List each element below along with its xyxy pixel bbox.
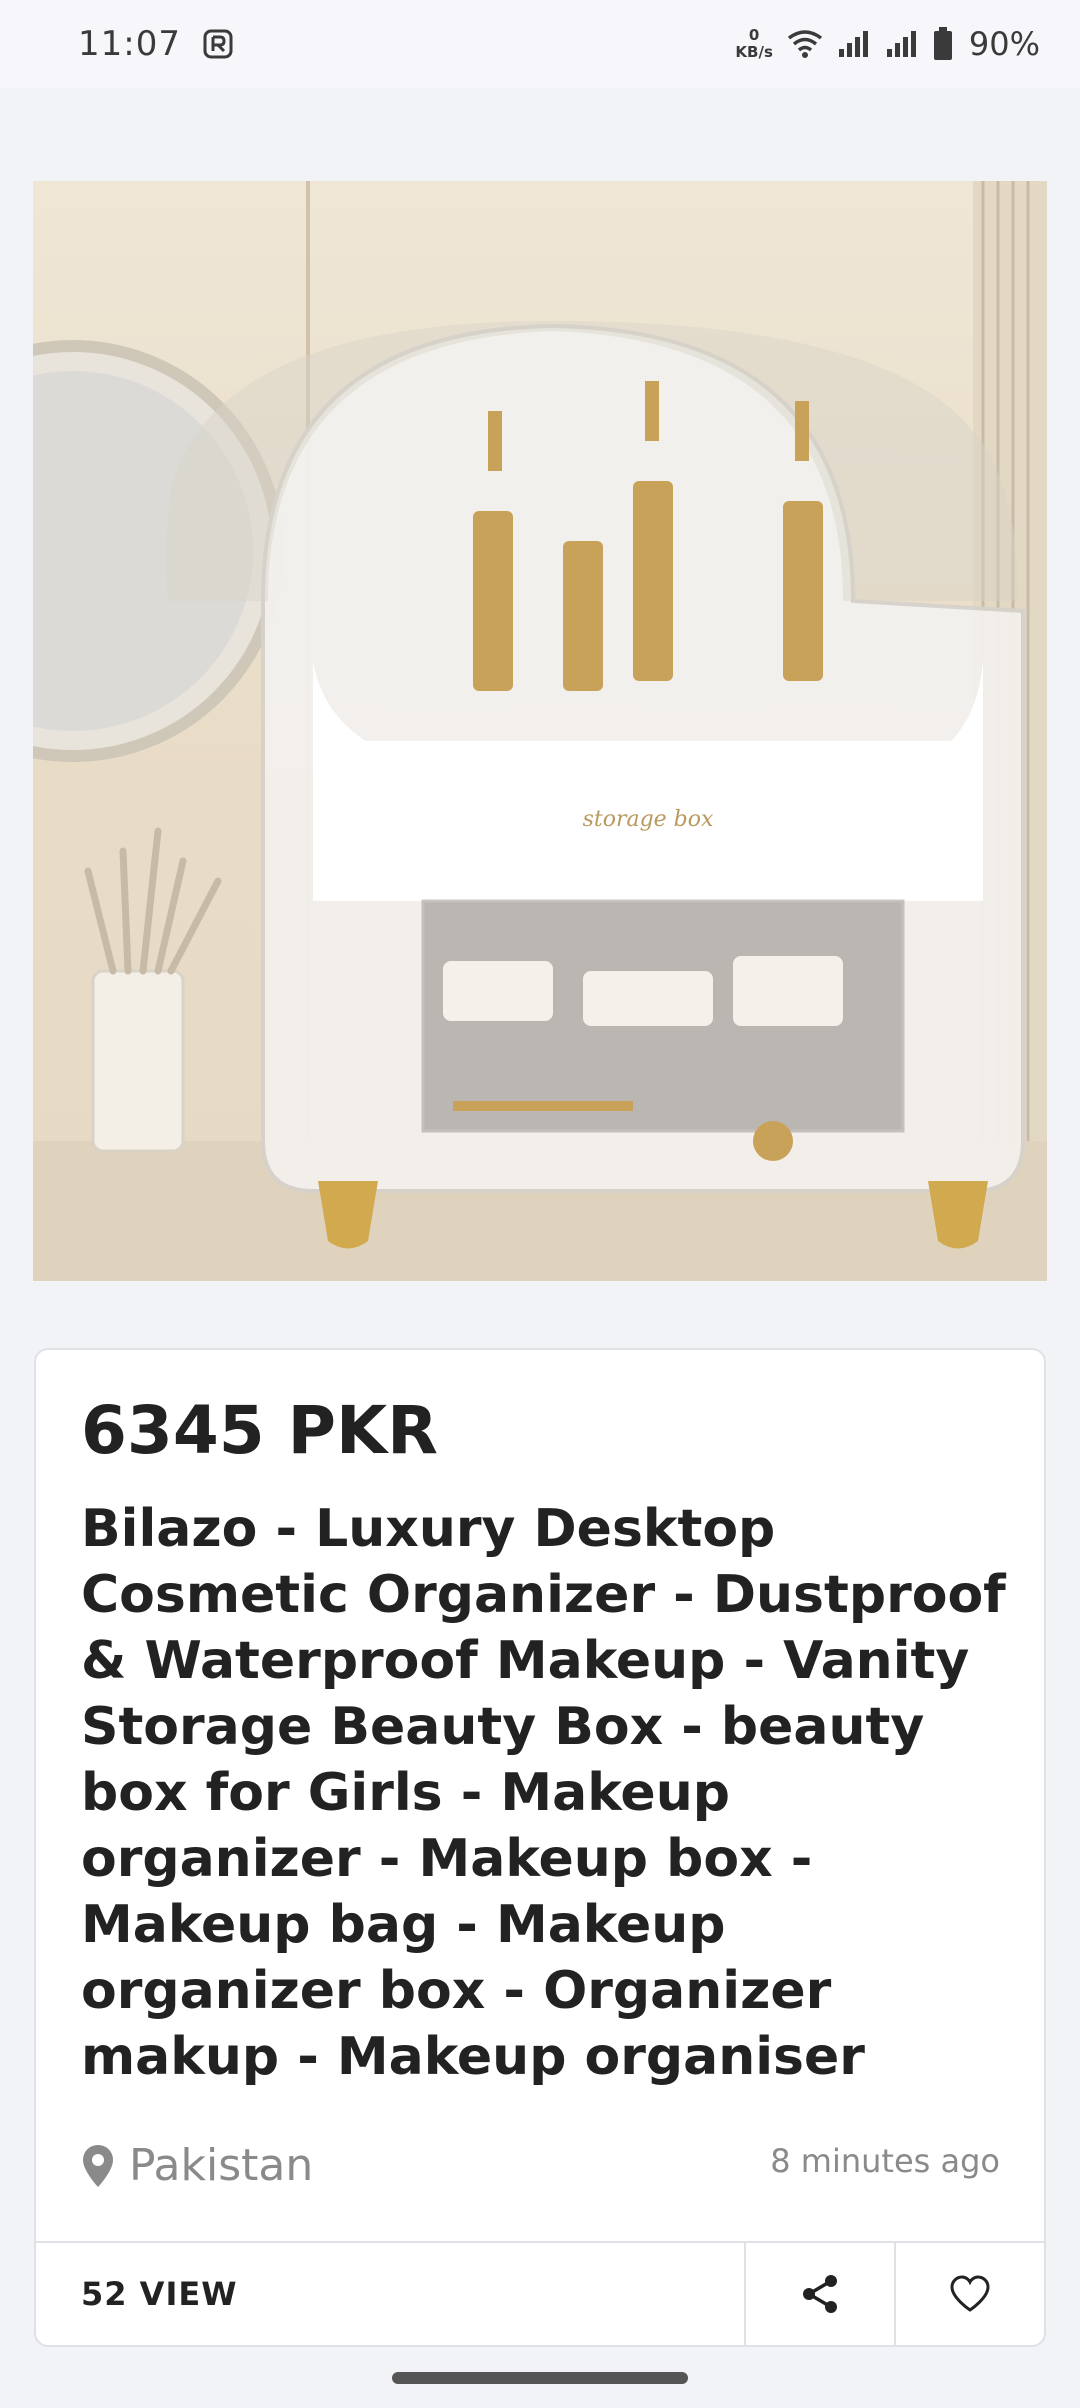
listing-title: Bilazo - Luxury Desktop Cosmetic Organiz… xyxy=(81,1499,1006,2087)
location-text: Pakistan xyxy=(129,2140,314,2191)
network-speed: 0 KB/s xyxy=(735,27,772,61)
share-button[interactable] xyxy=(744,2243,894,2345)
favorite-button[interactable] xyxy=(894,2243,1044,2345)
status-bar: 11:07 0 KB/s 90% xyxy=(0,0,1080,88)
status-right: 0 KB/s 90% xyxy=(735,25,1040,63)
battery-percent: 90% xyxy=(968,25,1040,63)
card-footer: 52 VIEW xyxy=(36,2241,1044,2345)
view-count: 52 VIEW xyxy=(81,2275,238,2313)
notification-app-icon xyxy=(203,29,233,59)
signal-icon-2 xyxy=(886,31,916,57)
wifi-icon xyxy=(787,30,822,58)
listing-price: 6345 PKR xyxy=(81,1392,439,1469)
network-speed-unit: KB/s xyxy=(735,43,773,61)
product-image[interactable]: storage box xyxy=(33,181,1047,1281)
product-illustration: storage box xyxy=(33,181,1047,1281)
share-icon xyxy=(803,2275,837,2313)
status-left: 11:07 xyxy=(78,24,235,64)
signal-icon xyxy=(838,31,868,57)
network-speed-value: 0 xyxy=(748,26,760,44)
listing-location: Pakistan xyxy=(81,2140,313,2191)
battery-icon xyxy=(933,27,952,60)
listing-card[interactable]: 6345 PKR Bilazo - Luxury Desktop Cosmeti… xyxy=(34,1348,1046,2347)
heart-icon xyxy=(950,2275,990,2312)
status-time: 11:07 xyxy=(78,24,181,64)
posted-time: 8 minutes ago xyxy=(770,2142,1000,2180)
home-indicator[interactable] xyxy=(392,2372,688,2384)
location-pin-icon xyxy=(83,2144,113,2187)
image-label-text: storage box xyxy=(583,807,714,832)
